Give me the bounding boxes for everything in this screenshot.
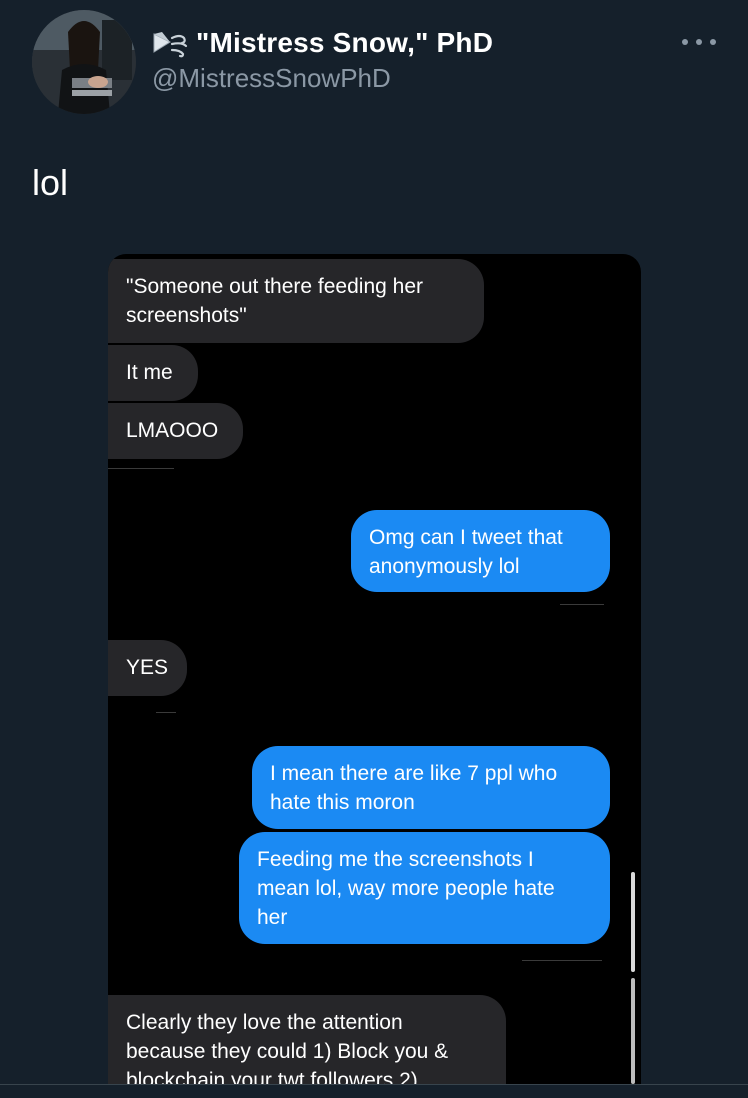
message-line: Feeding me the screenshots I bbox=[257, 848, 534, 871]
message-line: It me bbox=[126, 361, 173, 384]
divider bbox=[560, 604, 604, 605]
scroll-indicator bbox=[631, 978, 635, 1084]
message-line: I mean there are like 7 ppl who bbox=[270, 762, 558, 785]
author-name-row[interactable]: "Mistress Snow," PhD bbox=[150, 24, 493, 62]
message-line: "Someone out there feeding her bbox=[126, 275, 423, 298]
profile-photo bbox=[32, 10, 136, 114]
message-bubble-received: YES bbox=[108, 640, 187, 696]
message-bubble-received: LMAOOO bbox=[108, 403, 243, 459]
message-bubble-sent: Feeding me the screenshots I mean lol, w… bbox=[239, 832, 610, 944]
message-bubble-received: "Someone out there feeding her screensho… bbox=[108, 259, 484, 343]
divider bbox=[522, 960, 602, 961]
message-bubble-received: Clearly they love the attention because … bbox=[108, 995, 506, 1084]
divider bbox=[156, 712, 176, 713]
message-line: her bbox=[257, 906, 288, 929]
dot bbox=[682, 39, 688, 45]
wind-blowing-icon bbox=[153, 32, 188, 58]
more-options-icon[interactable] bbox=[682, 30, 716, 54]
tweet-text: lol bbox=[32, 162, 69, 203]
avatar[interactable] bbox=[32, 10, 136, 114]
message-bubble-sent: I mean there are like 7 ppl who hate thi… bbox=[252, 746, 610, 829]
dot bbox=[710, 39, 716, 45]
author-handle[interactable]: @MistressSnowPhD bbox=[152, 63, 391, 94]
message-line: screenshots" bbox=[126, 304, 247, 327]
scroll-indicator bbox=[631, 872, 635, 972]
message-line: anonymously lol bbox=[369, 555, 520, 578]
message-line: because they could 1) Block you & bbox=[126, 1040, 449, 1063]
message-line: LMAOOO bbox=[126, 419, 219, 442]
author-display-name[interactable]: "Mistress Snow," PhD bbox=[196, 27, 493, 59]
message-bubble-sent: Omg can I tweet that anonymously lol bbox=[351, 510, 610, 592]
divider bbox=[108, 468, 174, 469]
message-line: mean lol, way more people hate bbox=[257, 877, 555, 900]
message-line: blockchain your twt followers 2) bbox=[126, 1069, 418, 1084]
tweet-media-screenshot[interactable]: "Someone out there feeding her screensho… bbox=[108, 254, 641, 1084]
message-line: Omg can I tweet that bbox=[369, 526, 563, 549]
message-line: hate this moron bbox=[270, 791, 415, 814]
message-line: Clearly they love the attention bbox=[126, 1011, 403, 1034]
message-line: YES bbox=[126, 656, 169, 679]
divider bbox=[0, 1084, 748, 1085]
dot bbox=[696, 39, 702, 45]
message-bubble-received: It me bbox=[108, 345, 198, 401]
